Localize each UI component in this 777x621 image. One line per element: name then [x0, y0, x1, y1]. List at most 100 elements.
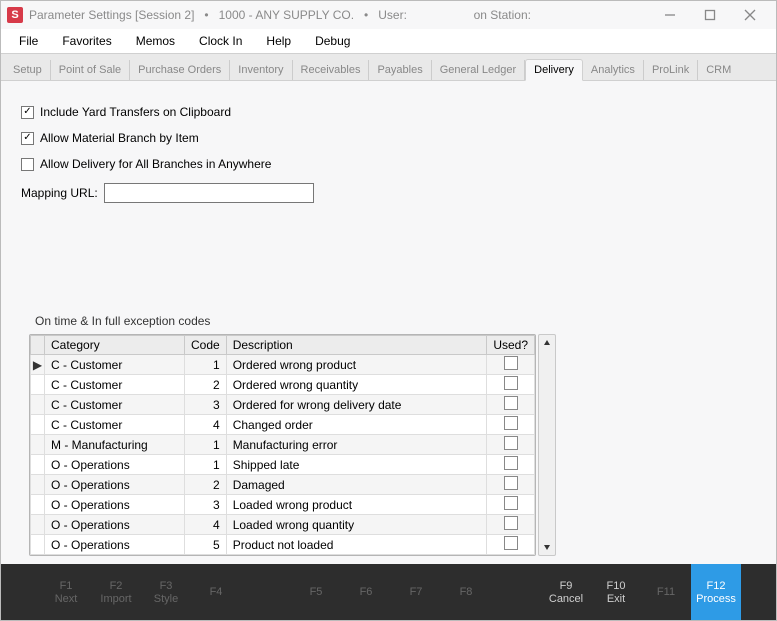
tab-payables[interactable]: Payables: [369, 60, 431, 80]
table-row[interactable]: ▶C - Customer1Ordered wrong product: [31, 355, 535, 375]
include-yard-checkbox[interactable]: [21, 106, 34, 119]
table-row[interactable]: C - Customer3Ordered for wrong delivery …: [31, 395, 535, 415]
cell-code[interactable]: 3: [185, 395, 227, 415]
fkey-label: Import: [100, 593, 131, 605]
table-row[interactable]: O - Operations2Damaged: [31, 475, 535, 495]
fkey-f9[interactable]: F9Cancel: [541, 564, 591, 620]
menu-favorites[interactable]: Favorites: [52, 32, 121, 50]
cell-used[interactable]: [487, 435, 535, 455]
cell-code[interactable]: 1: [185, 355, 227, 375]
menu-file[interactable]: File: [9, 32, 48, 50]
tab-crm[interactable]: CRM: [698, 60, 739, 80]
cell-category[interactable]: C - Customer: [45, 355, 185, 375]
cell-used[interactable]: [487, 515, 535, 535]
cell-used[interactable]: [487, 495, 535, 515]
menu-clock-in[interactable]: Clock In: [189, 32, 252, 50]
cell-code[interactable]: 2: [185, 475, 227, 495]
tab-delivery[interactable]: Delivery: [525, 59, 583, 81]
cell-description[interactable]: Product not loaded: [226, 535, 487, 555]
table-row[interactable]: O - Operations4Loaded wrong quantity: [31, 515, 535, 535]
grid-header-code[interactable]: Code: [185, 336, 227, 355]
cell-code[interactable]: 1: [185, 455, 227, 475]
cell-category[interactable]: O - Operations: [45, 495, 185, 515]
maximize-button[interactable]: [690, 1, 730, 29]
cell-used[interactable]: [487, 475, 535, 495]
table-row[interactable]: M - Manufacturing1Manufacturing error: [31, 435, 535, 455]
menu-help[interactable]: Help: [256, 32, 301, 50]
cell-category[interactable]: C - Customer: [45, 375, 185, 395]
cell-category[interactable]: O - Operations: [45, 535, 185, 555]
used-checkbox[interactable]: [504, 356, 518, 370]
cell-used[interactable]: [487, 535, 535, 555]
cell-description[interactable]: Manufacturing error: [226, 435, 487, 455]
cell-used[interactable]: [487, 375, 535, 395]
cell-code[interactable]: 4: [185, 415, 227, 435]
cell-code[interactable]: 4: [185, 515, 227, 535]
used-checkbox[interactable]: [504, 476, 518, 490]
cell-description[interactable]: Ordered wrong quantity: [226, 375, 487, 395]
cell-category[interactable]: C - Customer: [45, 395, 185, 415]
fkey-f10[interactable]: F10Exit: [591, 564, 641, 620]
cell-description[interactable]: Shipped late: [226, 455, 487, 475]
tab-prolink[interactable]: ProLink: [644, 60, 698, 80]
fkey-f12[interactable]: F12Process: [691, 564, 741, 620]
cell-code[interactable]: 5: [185, 535, 227, 555]
tab-receivables[interactable]: Receivables: [293, 60, 370, 80]
used-checkbox[interactable]: [504, 456, 518, 470]
cell-used[interactable]: [487, 455, 535, 475]
cell-description[interactable]: Ordered for wrong delivery date: [226, 395, 487, 415]
row-marker: [31, 535, 45, 555]
cell-description[interactable]: Ordered wrong product: [226, 355, 487, 375]
cell-used[interactable]: [487, 415, 535, 435]
cell-category[interactable]: C - Customer: [45, 415, 185, 435]
cell-category[interactable]: O - Operations: [45, 455, 185, 475]
used-checkbox[interactable]: [504, 536, 518, 550]
cell-category[interactable]: O - Operations: [45, 515, 185, 535]
grid-header-category[interactable]: Category: [45, 336, 185, 355]
used-checkbox[interactable]: [504, 496, 518, 510]
cell-category[interactable]: M - Manufacturing: [45, 435, 185, 455]
cell-description[interactable]: Changed order: [226, 415, 487, 435]
tab-point-of-sale[interactable]: Point of Sale: [51, 60, 130, 80]
tab-purchase-orders[interactable]: Purchase Orders: [130, 60, 230, 80]
tab-general-ledger[interactable]: General Ledger: [432, 60, 525, 80]
cell-description[interactable]: Loaded wrong quantity: [226, 515, 487, 535]
menu-memos[interactable]: Memos: [126, 32, 185, 50]
exception-codes-grid[interactable]: Category Code Description Used? ▶C - Cus…: [29, 334, 536, 556]
allow-branch-checkbox[interactable]: [21, 132, 34, 145]
fkey-f8: F8: [441, 564, 491, 620]
cell-code[interactable]: 3: [185, 495, 227, 515]
used-checkbox[interactable]: [504, 416, 518, 430]
row-marker: [31, 395, 45, 415]
table-row[interactable]: O - Operations5Product not loaded: [31, 535, 535, 555]
tab-setup[interactable]: Setup: [5, 60, 51, 80]
used-checkbox[interactable]: [504, 516, 518, 530]
grid-scrollbar[interactable]: [538, 334, 556, 556]
cell-used[interactable]: [487, 395, 535, 415]
used-checkbox[interactable]: [504, 436, 518, 450]
tab-inventory[interactable]: Inventory: [230, 60, 292, 80]
scroll-down-button[interactable]: [539, 539, 555, 555]
table-row[interactable]: O - Operations3Loaded wrong product: [31, 495, 535, 515]
scroll-up-button[interactable]: [539, 335, 555, 351]
grid-header-used[interactable]: Used?: [487, 336, 535, 355]
grid-header-marker: [31, 336, 45, 355]
allow-delivery-all-checkbox[interactable]: [21, 158, 34, 171]
table-row[interactable]: C - Customer4Changed order: [31, 415, 535, 435]
close-button[interactable]: [730, 1, 770, 29]
menu-debug[interactable]: Debug: [305, 32, 360, 50]
tab-analytics[interactable]: Analytics: [583, 60, 644, 80]
used-checkbox[interactable]: [504, 396, 518, 410]
cell-code[interactable]: 2: [185, 375, 227, 395]
used-checkbox[interactable]: [504, 376, 518, 390]
cell-description[interactable]: Damaged: [226, 475, 487, 495]
table-row[interactable]: C - Customer2Ordered wrong quantity: [31, 375, 535, 395]
cell-used[interactable]: [487, 355, 535, 375]
cell-description[interactable]: Loaded wrong product: [226, 495, 487, 515]
grid-header-description[interactable]: Description: [226, 336, 487, 355]
cell-category[interactable]: O - Operations: [45, 475, 185, 495]
table-row[interactable]: O - Operations1Shipped late: [31, 455, 535, 475]
minimize-button[interactable]: [650, 1, 690, 29]
cell-code[interactable]: 1: [185, 435, 227, 455]
mapping-url-input[interactable]: [104, 183, 314, 203]
